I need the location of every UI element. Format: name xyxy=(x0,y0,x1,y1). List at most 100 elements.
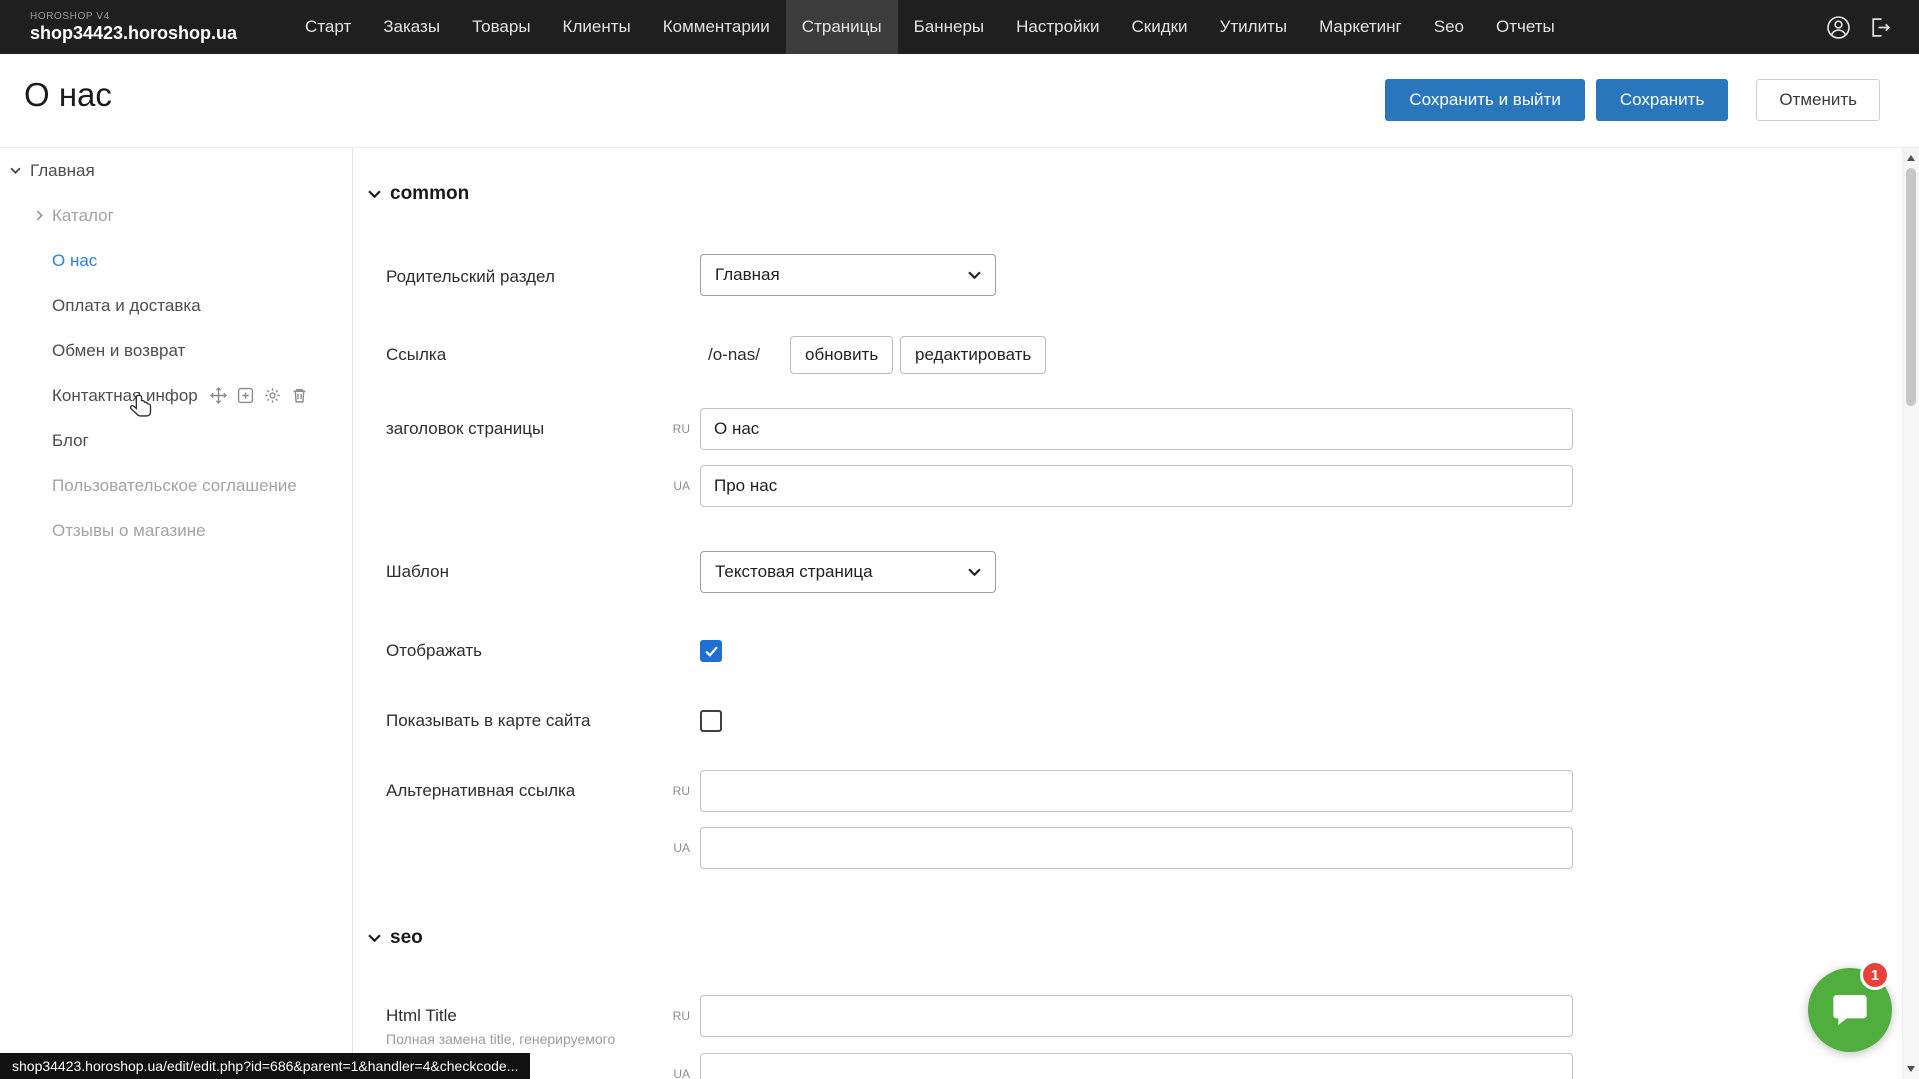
scrollbar-thumb[interactable] xyxy=(1906,168,1916,406)
page-title-label: заголовок страницы xyxy=(386,418,544,440)
parent-section-value: Главная xyxy=(715,265,780,285)
sidebar-item-label: Оплата и доставка xyxy=(52,296,201,316)
parent-section-label: Родительский раздел xyxy=(386,266,555,288)
page-title-input-ru[interactable] xyxy=(700,408,1573,450)
scrollbar[interactable] xyxy=(1902,148,1919,1079)
chevron-down-icon xyxy=(968,271,981,279)
menu-comments[interactable]: Комментарии xyxy=(647,0,786,54)
chevron-right-icon xyxy=(36,210,43,221)
sidebar-item-label: Блог xyxy=(52,431,89,451)
sidebar-item-label: Каталог xyxy=(52,206,114,226)
sidebar-item-home[interactable]: Главная xyxy=(0,148,352,193)
page-header: О нас Сохранить и выйти Сохранить Отмени… xyxy=(0,54,1919,148)
section-seo-label: seo xyxy=(390,927,423,949)
menu-discounts[interactable]: Скидки xyxy=(1115,0,1203,54)
sidebar-item-label: О нас xyxy=(52,251,97,271)
delete-trash-icon[interactable] xyxy=(291,387,308,404)
sidebar-item-payment-delivery[interactable]: Оплата и доставка xyxy=(0,283,352,328)
menu-start[interactable]: Старт xyxy=(289,0,367,54)
edit-link-button[interactable]: редактировать xyxy=(900,336,1046,374)
alt-link-input-ru[interactable] xyxy=(700,770,1573,812)
check-icon xyxy=(705,646,718,657)
menu-banners[interactable]: Баннеры xyxy=(898,0,1001,54)
move-icon[interactable] xyxy=(210,387,227,404)
menu-pages[interactable]: Страницы xyxy=(786,0,898,54)
account-icon[interactable] xyxy=(1825,14,1852,41)
html-title-hint: Полная замена title, генерируемого xyxy=(386,1031,615,1048)
alt-link-input-ua[interactable] xyxy=(700,827,1573,869)
sidebar-item-store-reviews[interactable]: Отзывы о магазине xyxy=(0,508,352,553)
logout-icon[interactable] xyxy=(1868,15,1893,40)
display-label: Отображать xyxy=(386,640,482,662)
page-edit-form: common Родительский раздел Главная Ссылк… xyxy=(353,148,1902,1079)
scroll-down-arrow-icon[interactable] xyxy=(1907,1066,1915,1072)
topbar: HOROSHOP V4 shop34423.horoshop.ua Старт … xyxy=(0,0,1919,54)
chevron-down-icon xyxy=(10,167,21,174)
pages-tree: Главная Каталог О нас Оплата и доставка … xyxy=(0,148,352,1079)
menu-reports[interactable]: Отчеты xyxy=(1480,0,1571,54)
row-hover-actions xyxy=(210,387,308,404)
sitemap-label: Показывать в карте сайта xyxy=(386,710,590,732)
save-button[interactable]: Сохранить xyxy=(1596,79,1728,121)
menu-orders[interactable]: Заказы xyxy=(367,0,456,54)
lang-ru-badge: RU xyxy=(652,784,690,798)
menu-settings[interactable]: Настройки xyxy=(1000,0,1115,54)
html-title-label: Html Title xyxy=(386,1005,457,1027)
chat-bubble-icon xyxy=(1830,990,1870,1030)
menu-products[interactable]: Товары xyxy=(456,0,546,54)
link-label: Ссылка xyxy=(386,344,446,366)
chevron-down-icon xyxy=(968,568,981,576)
sidebar-item-label: Отзывы о магазине xyxy=(52,521,206,541)
template-value: Текстовая страница xyxy=(715,562,873,582)
sidebar-item-catalog[interactable]: Каталог xyxy=(0,193,352,238)
settings-gear-icon[interactable] xyxy=(264,387,281,404)
chat-unread-count: 1 xyxy=(1871,967,1879,984)
sidebar-item-label: Главная xyxy=(30,161,95,181)
section-seo-toggle[interactable]: seo xyxy=(368,927,423,949)
menu-seo[interactable]: Seo xyxy=(1418,0,1480,54)
html-title-input-ru[interactable] xyxy=(700,995,1573,1037)
sidebar-item-label: Обмен и возврат xyxy=(52,341,185,361)
brand[interactable]: HOROSHOP V4 shop34423.horoshop.ua xyxy=(30,0,237,54)
scroll-up-arrow-icon[interactable] xyxy=(1907,155,1915,161)
chat-unread-badge: 1 xyxy=(1860,960,1890,990)
brand-domain: shop34423.horoshop.ua xyxy=(30,23,237,43)
menu-marketing[interactable]: Маркетинг xyxy=(1303,0,1418,54)
chevron-down-icon xyxy=(368,934,381,942)
sidebar-item-contact-info[interactable]: Контактная инфор xyxy=(0,373,352,418)
sidebar-item-user-agreement[interactable]: Пользовательское соглашение xyxy=(0,463,352,508)
save-and-exit-button[interactable]: Сохранить и выйти xyxy=(1385,79,1584,121)
alt-link-label: Альтернативная ссылка xyxy=(386,780,575,802)
lang-ua-badge: UA xyxy=(652,1067,690,1079)
display-checkbox[interactable] xyxy=(700,640,722,662)
sidebar-item-label: Пользовательское соглашение xyxy=(52,476,297,496)
status-url-bar: shop34423.horoshop.ua/edit/edit.php?id=6… xyxy=(0,1053,530,1079)
section-common-toggle[interactable]: common xyxy=(368,183,469,205)
lang-ua-badge: UA xyxy=(652,841,690,855)
parent-section-select[interactable]: Главная xyxy=(700,254,996,296)
sidebar-item-blog[interactable]: Блог xyxy=(0,418,352,463)
template-select[interactable]: Текстовая страница xyxy=(700,551,996,593)
header-actions: Сохранить и выйти Сохранить Отменить xyxy=(1385,79,1880,121)
template-label: Шаблон xyxy=(386,561,449,583)
html-title-input-ua[interactable] xyxy=(700,1053,1573,1079)
section-common-label: common xyxy=(390,183,469,205)
sitemap-checkbox[interactable] xyxy=(700,710,722,732)
brand-version: HOROSHOP V4 xyxy=(30,11,237,23)
sidebar-item-about[interactable]: О нас xyxy=(0,238,352,283)
menu-clients[interactable]: Клиенты xyxy=(547,0,647,54)
lang-ru-badge: RU xyxy=(652,1009,690,1023)
refresh-link-button[interactable]: обновить xyxy=(790,336,893,374)
sidebar-item-label: Контактная инфор xyxy=(52,386,198,406)
page-title: О нас xyxy=(24,76,112,114)
cancel-button[interactable]: Отменить xyxy=(1756,79,1880,121)
main-menu: Старт Заказы Товары Клиенты Комментарии … xyxy=(289,0,1571,54)
lang-ru-badge: RU xyxy=(652,422,690,436)
sidebar-item-exchange-return[interactable]: Обмен и возврат xyxy=(0,328,352,373)
link-path: /o-nas/ xyxy=(708,344,760,366)
lang-ua-badge: UA xyxy=(652,479,690,493)
status-url: shop34423.horoshop.ua/edit/edit.php?id=6… xyxy=(12,1058,518,1074)
add-page-icon[interactable] xyxy=(237,387,254,404)
menu-utilities[interactable]: Утилиты xyxy=(1204,0,1304,54)
page-title-input-ua[interactable] xyxy=(700,465,1573,507)
